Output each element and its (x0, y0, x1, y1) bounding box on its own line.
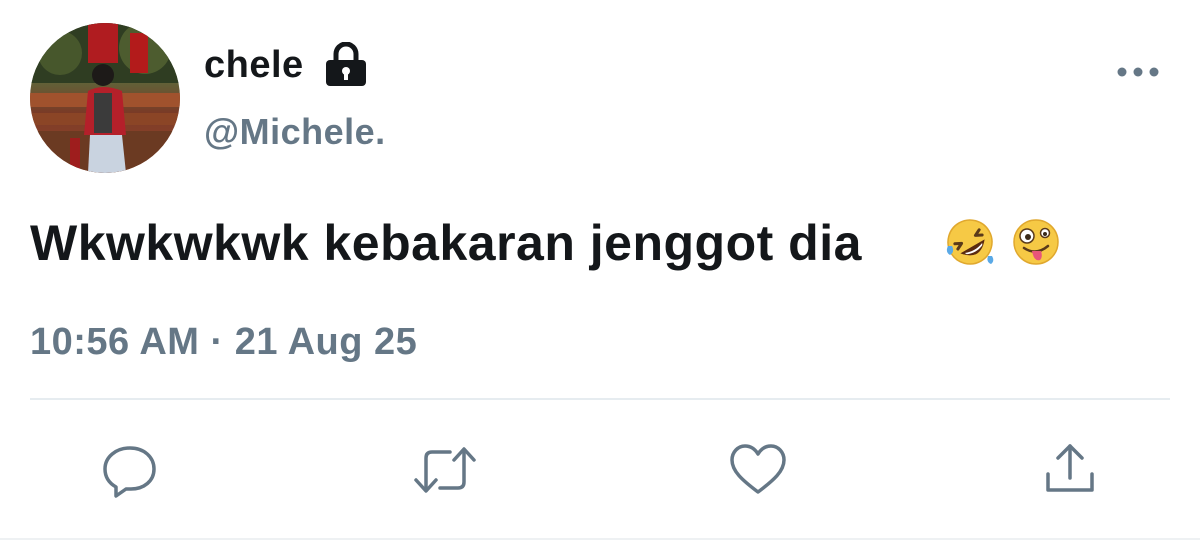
more-horizontal-icon[interactable] (1116, 64, 1160, 85)
bottom-divider (0, 538, 1200, 540)
retweet-icon[interactable] (412, 440, 476, 500)
user-handle[interactable]: @Michele. (204, 111, 386, 153)
zany-face-emoji (1010, 216, 1062, 273)
avatar[interactable] (30, 23, 180, 173)
lock-icon (322, 41, 370, 93)
share-icon[interactable] (1040, 440, 1100, 500)
divider (30, 398, 1170, 400)
display-name[interactable]: chele (204, 44, 304, 87)
reply-icon[interactable] (100, 440, 160, 500)
tweet-timestamp[interactable]: 10:56 AM · 21 Aug 25 (30, 321, 417, 364)
tweet-card: chele @Michele. Wkwkwkwk kebakaran jengg… (0, 0, 1200, 557)
tweet-text: Wkwkwkwk kebakaran jenggot dia (30, 215, 862, 271)
heart-icon[interactable] (728, 440, 788, 500)
rolling-laughing-emoji (944, 216, 996, 273)
